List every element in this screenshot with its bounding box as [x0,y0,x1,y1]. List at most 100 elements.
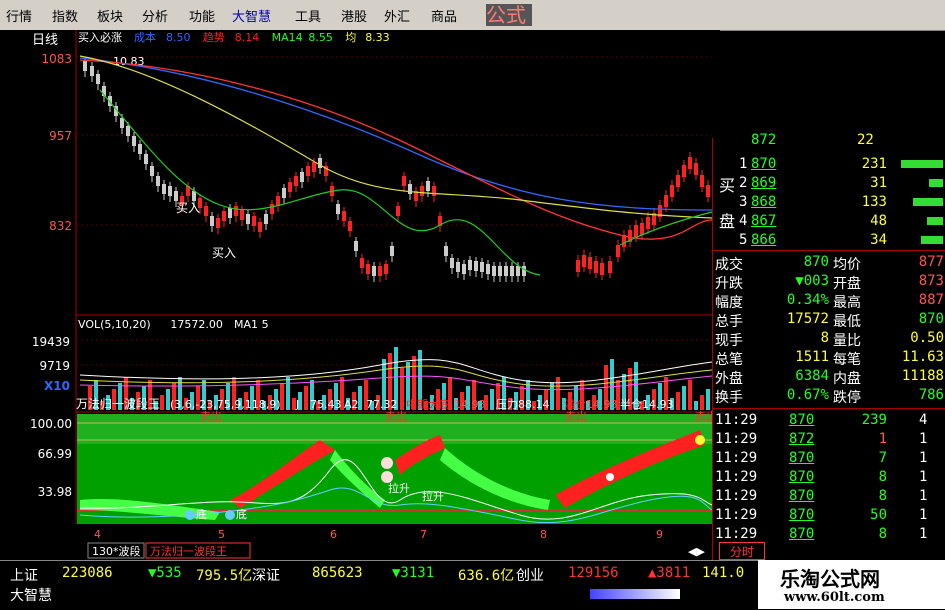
orderbook-price: 868 [751,194,777,210]
menu-item[interactable]: 大智慧 [232,6,271,25]
candlestick [144,154,148,164]
tick-time: 11:29 [715,431,758,447]
orderbook-volume-bar [927,217,943,225]
volume-axis-label: 9719 [39,359,70,373]
volume-bar [676,392,680,410]
candlestick [132,136,136,146]
menu-item[interactable]: 外汇 [384,6,410,25]
volume-bar [400,368,404,410]
candlestick [670,185,674,197]
stat-label: 开盘 [833,276,861,292]
bottom-tab-label: 130*波段 [92,544,141,558]
price-legend-item: 8.55 [308,31,333,44]
candlestick [282,188,286,198]
menu-item[interactable]: 功能 [189,6,215,25]
volume-bar [688,380,692,410]
volume-bar [550,383,554,410]
tick-volume: 8 [878,469,887,485]
indicator-signal-label: 拉升 [388,481,410,495]
buy-side-label: 盘 [719,212,736,231]
tick-side: 1 [919,526,928,542]
orderbook-level: 3 [739,194,748,210]
stat-label: 每笔 [833,352,861,368]
indicator-signal-label: 拉升 [422,489,444,503]
orderbook-top-price: 872 [751,132,777,148]
price-legend-item: MA14 [272,31,303,44]
tick-time: 11:29 [715,526,758,542]
candlestick [498,266,502,276]
price-legend-item: 成本 [134,30,156,44]
menu-item[interactable]: 指数 [52,6,78,25]
menu-item[interactable]: 港股 [341,6,367,25]
candlestick [120,118,124,128]
tick-time: 11:29 [715,469,758,485]
status-ticker-item: ▼3131 [392,565,435,581]
stock-chart[interactable]: 1083957832日线 买入必涨 成本 8.50 趋势 8.14 MA14 8.55 均 8.3… [0,30,720,560]
menu-item[interactable]: 板块 [97,6,123,25]
stat-label: 最低 [833,314,861,330]
volume-legend-item: 5 [262,318,269,331]
candlestick [576,260,580,272]
candlestick [150,166,154,176]
candlestick [426,181,430,191]
indicator-value: 14.93 [586,398,618,411]
orderbook-volume: 48 [870,213,887,229]
stat-label: 成交 [715,257,743,273]
stat-value: 11.63 [901,349,944,365]
quote-panel: 872 22 买盘 1 870 231 2 869 31 3 868 133 4 867 48 5 866 34 成… [712,132,945,560]
sell-marker [381,471,393,483]
tick-time: 11:29 [715,412,758,428]
tick-time: 11:29 [715,450,758,466]
menu-item[interactable]: 工具 [295,6,321,25]
menu-item[interactable]: 商品 [431,6,457,25]
volume-bar [280,383,284,410]
stat-label: 总笔 [715,352,743,368]
indicator-signal-label: 卖出 [385,409,407,423]
stat-value: 0.67% [786,387,829,403]
candlestick [646,217,650,229]
volume-bar [682,386,686,410]
menu-item[interactable]: 行情 [6,6,32,25]
volume-bar [694,401,698,410]
price-axis-label: 1083 [41,52,72,66]
stat-label: 量比 [833,333,861,349]
candlestick [234,206,238,216]
stat-value: ▼003 [795,273,829,289]
stat-value: 8 [820,330,829,346]
current-marker [695,435,705,445]
candlestick [360,258,364,268]
candlestick [126,126,130,136]
indicator-signal-label: 卖出 [200,409,222,423]
stat-value: 887 [918,292,944,308]
stat-value: 870 [803,254,829,270]
candlestick [210,216,214,226]
orderbook-volume-bar [921,236,943,244]
menu-item[interactable]: 分析 [142,6,168,25]
buy-signal-label: 买入 [176,201,200,215]
candlestick [174,191,178,201]
price-legend-item: 趋势 [203,31,225,44]
tick-price: 870 [789,488,815,504]
watermark: 乐淘公式网 www.60lt.com [758,560,945,609]
stat-label: 最高 [833,295,861,311]
indicator-value-label: 压力 [496,398,518,411]
volume-legend-item: 17572.00 [170,318,223,331]
tick-side: 4 [919,412,928,428]
tick-volume: 8 [878,526,887,542]
status-ticker-item: 795.5亿 [196,568,253,584]
stat-label: 幅度 [715,295,743,311]
candlestick [83,61,87,71]
x-axis-label: 5 [218,528,225,541]
buy-side-label: 买 [719,176,736,195]
volume-bar [706,389,710,410]
orderbook-price: 867 [751,213,777,229]
candlestick [516,266,520,276]
buy-signal-label: 买入 [212,246,236,260]
candlestick [312,162,316,172]
candlestick [396,206,400,216]
orderbook-level: 1 [739,156,748,172]
candlestick [348,221,352,231]
price-axis-label: 957 [49,129,72,143]
price-legend-item: 8.50 [166,31,191,44]
tab-intraday[interactable]: 分时 [719,542,765,560]
